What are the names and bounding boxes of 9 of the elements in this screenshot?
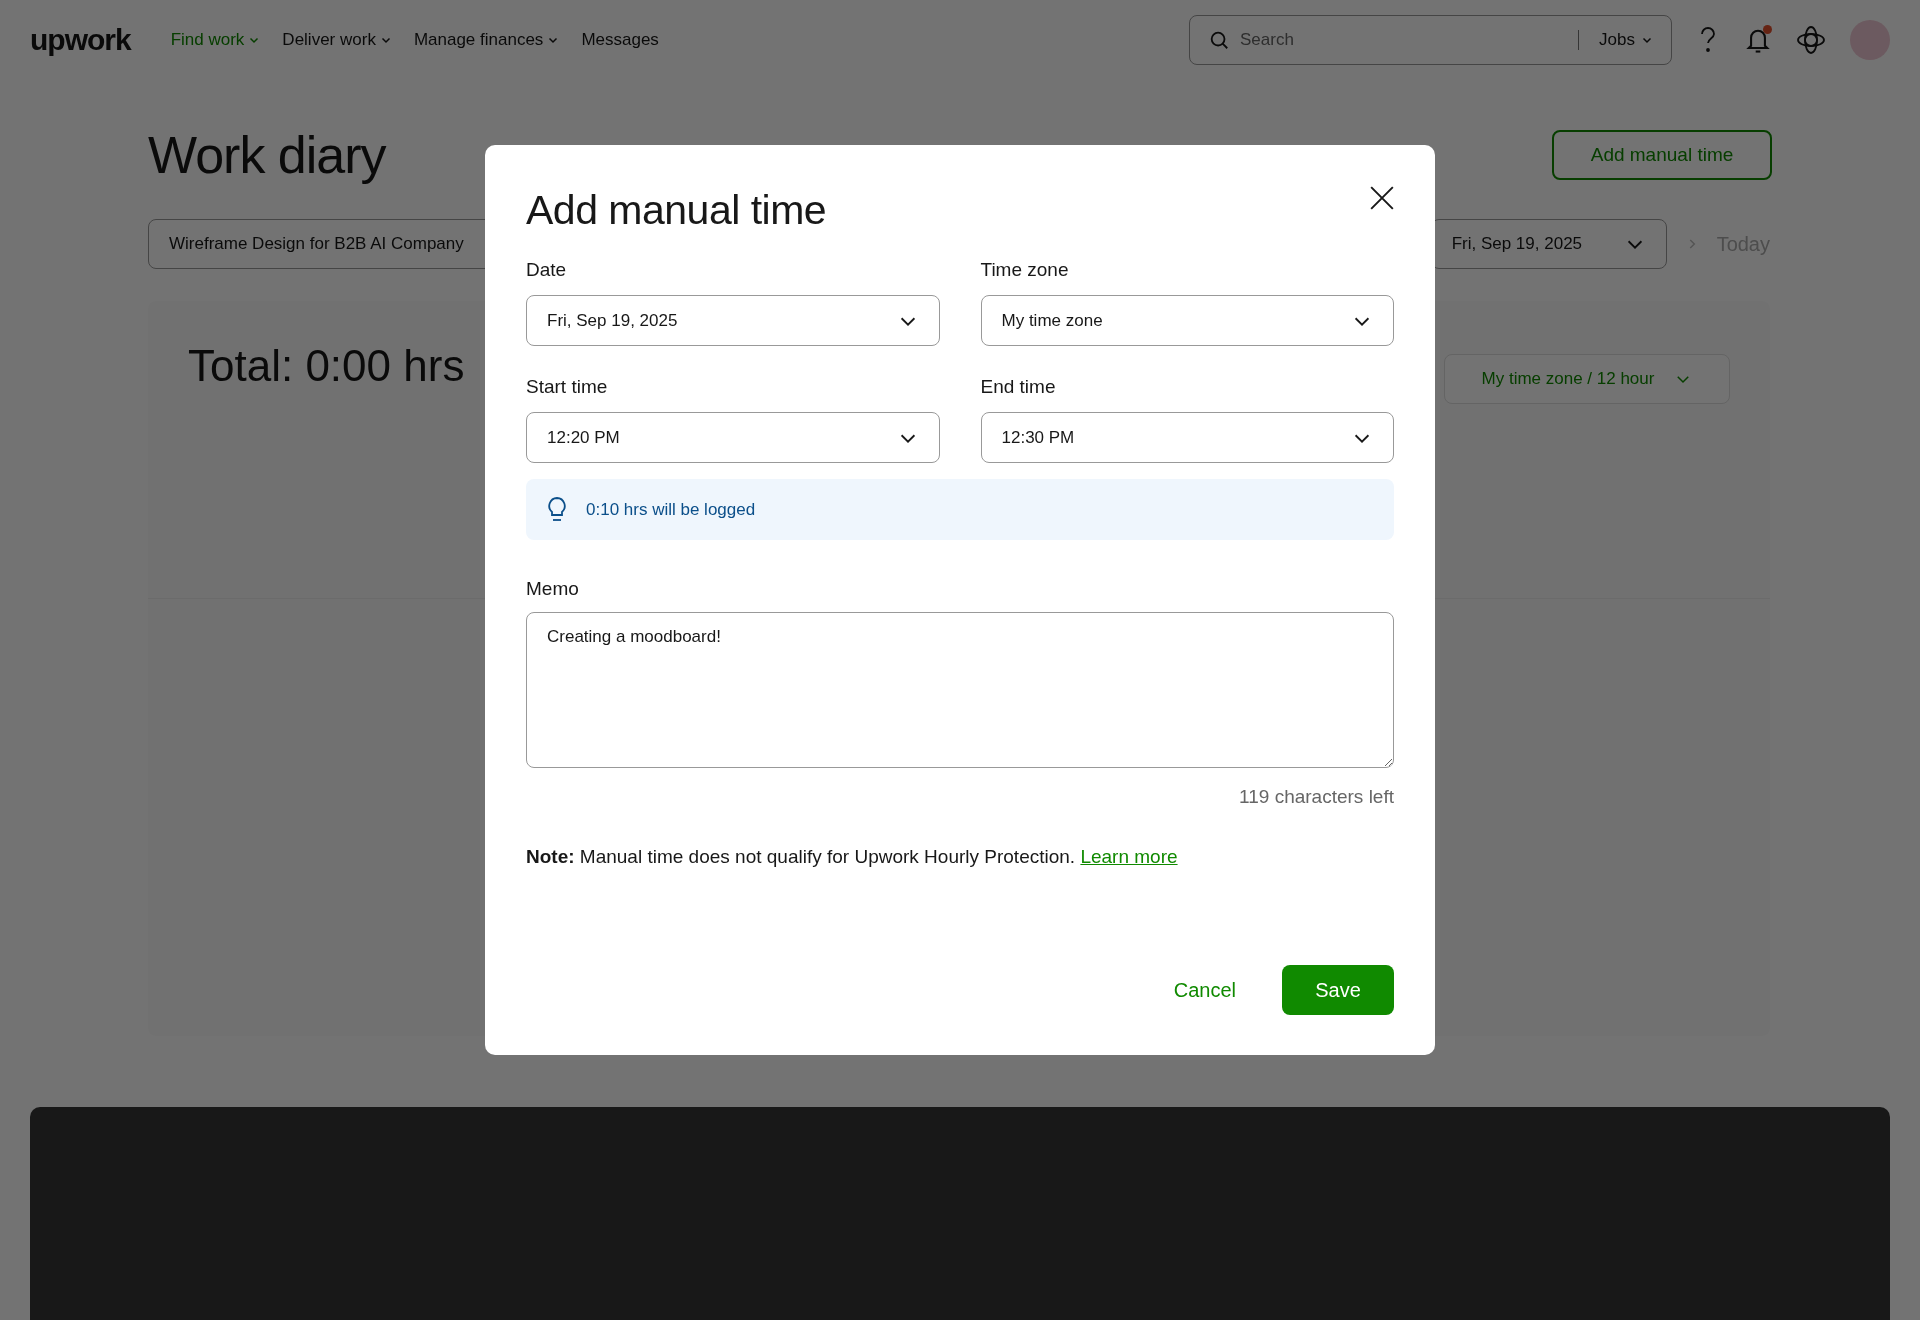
info-text: 0:10 hrs will be logged	[586, 499, 756, 520]
total-hours: Total: 0:00 hrs	[188, 341, 465, 391]
page-title: Work diary	[148, 125, 386, 185]
field-label: Memo	[526, 578, 580, 600]
field-label: Time zone	[980, 259, 1070, 281]
characters-left: 119 characters left	[1239, 786, 1394, 808]
note-text: Note: Manual time does not qualify for Upwork Hourly Protection. Learn more	[526, 846, 1179, 868]
field-label: End time	[980, 376, 1057, 398]
field-label: Start time	[526, 376, 609, 398]
